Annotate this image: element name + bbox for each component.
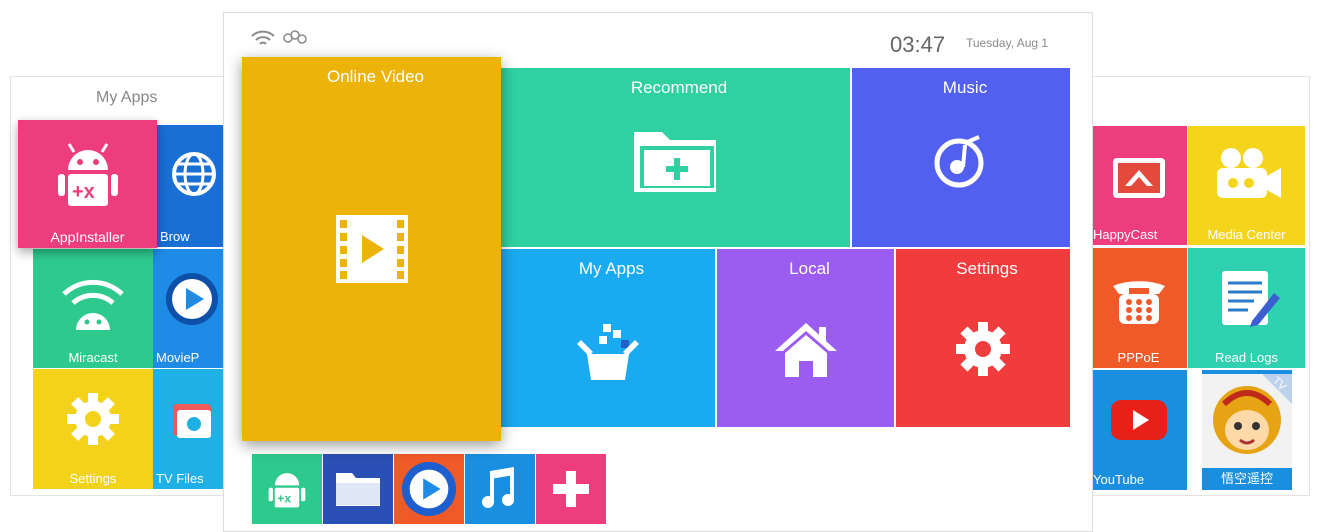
android-wifi-icon xyxy=(58,268,128,338)
app-label: Read Logs xyxy=(1215,350,1278,365)
app-label: AppInstaller xyxy=(50,229,125,245)
folder-add-icon xyxy=(630,126,720,196)
tile-my-apps[interactable]: My Apps xyxy=(500,249,715,427)
app-label: HappyCast xyxy=(1093,227,1158,242)
left-panel-title: My Apps xyxy=(96,89,158,106)
music-disc-icon xyxy=(931,131,991,191)
svg-text:+x: +x xyxy=(72,181,95,203)
app-tile-appinstaller[interactable]: +x AppInstaller xyxy=(18,120,157,248)
tile-music[interactable]: Music xyxy=(852,68,1070,247)
app-tile-miracast[interactable]: Miracast xyxy=(33,249,153,368)
status-bar: 03:47 Tuesday, Aug 1 xyxy=(250,28,1070,58)
film-icon xyxy=(334,213,410,285)
gear-icon xyxy=(63,389,123,449)
network-icon xyxy=(282,30,308,46)
phone-icon xyxy=(1109,268,1169,328)
dock-add-app[interactable] xyxy=(536,454,606,524)
app-tile-settings-left[interactable]: Settings xyxy=(33,369,153,489)
app-tile-happycast[interactable]: HappyCast xyxy=(1090,126,1187,245)
app-tile-browser[interactable]: Brow xyxy=(157,125,230,247)
dock-music[interactable] xyxy=(465,454,535,524)
tile-local[interactable]: Local xyxy=(717,249,894,427)
app-tile-youtube[interactable]: YouTube xyxy=(1090,370,1187,490)
android-installer-icon: +x xyxy=(52,140,124,212)
app-label: Miracast xyxy=(68,350,118,365)
app-label: Media Center xyxy=(1207,227,1286,242)
app-tile-readlogs[interactable]: Read Logs xyxy=(1188,248,1305,368)
svg-text:+x: +x xyxy=(277,491,291,505)
play-circle-icon xyxy=(400,460,458,518)
clock-date: Tuesday, Aug 1 xyxy=(966,36,1049,50)
app-label: Settings xyxy=(69,471,117,486)
android-installer-icon: +x xyxy=(265,467,309,511)
app-tile-wukong[interactable]: TV 悟空遥控 xyxy=(1202,370,1292,490)
plus-icon xyxy=(551,469,591,509)
app-label: 悟空遥控 xyxy=(1220,471,1273,486)
music-note-icon xyxy=(480,467,520,511)
folder-icon xyxy=(167,394,217,444)
app-tile-tvfiles[interactable]: TV Files xyxy=(153,369,230,489)
dock-file-manager[interactable] xyxy=(323,454,393,524)
notepad-icon xyxy=(1214,265,1280,331)
play-circle-icon xyxy=(162,269,222,329)
wifi-icon xyxy=(250,28,276,50)
gear-icon xyxy=(952,318,1014,380)
folder-icon xyxy=(334,469,382,509)
globe-icon xyxy=(169,149,219,199)
tile-online-video[interactable]: Online Video xyxy=(242,57,501,441)
apps-box-icon xyxy=(573,322,643,382)
dock-app-installer[interactable]: +x xyxy=(252,454,322,524)
app-tile-movieplayer[interactable]: MovieP xyxy=(153,249,230,368)
app-label: PPPoE xyxy=(1117,350,1160,365)
app-label: YouTube xyxy=(1093,472,1145,487)
app-label: TV Files xyxy=(156,471,204,486)
youtube-icon xyxy=(1109,398,1169,442)
app-tile-pppoe[interactable]: PPPoE xyxy=(1090,248,1187,368)
tile-settings[interactable]: Settings xyxy=(896,249,1070,427)
app-label: MovieP xyxy=(156,350,200,365)
app-label: Brow xyxy=(160,229,190,244)
home-icon xyxy=(771,319,841,379)
tile-recommend[interactable]: Recommend xyxy=(500,68,850,247)
camera-icon xyxy=(1211,144,1283,204)
cast-icon xyxy=(1109,146,1169,206)
dock-video-player[interactable] xyxy=(394,454,464,524)
clock-time: 03:47 xyxy=(890,32,946,57)
app-tile-mediacenter[interactable]: Media Center xyxy=(1188,126,1305,245)
dock: +x xyxy=(252,454,612,524)
